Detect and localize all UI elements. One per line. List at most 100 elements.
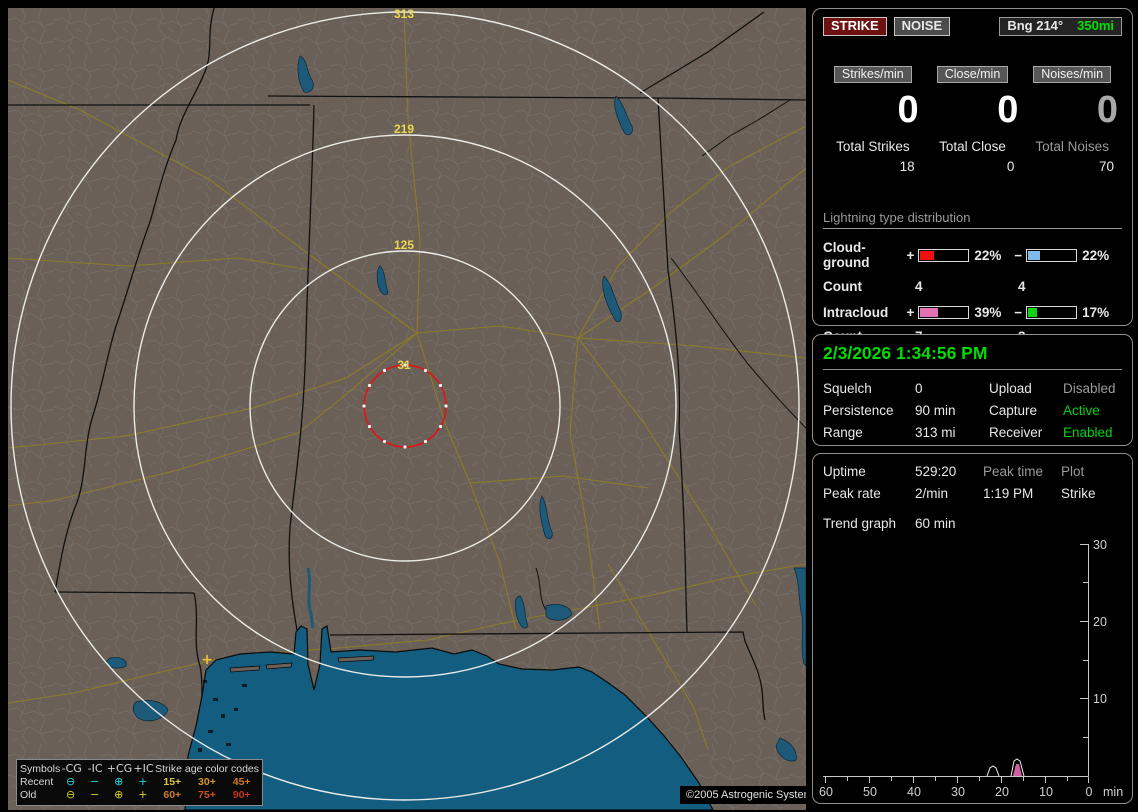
intracloud-label: Intracloud: [823, 305, 889, 320]
status-panel: 2/3/2026 1:34:56 PM Squelch 0 Upload Dis…: [812, 334, 1133, 446]
legend-age-header: Strike age color codes: [155, 762, 260, 775]
strikes-per-min-value: 0: [897, 89, 919, 131]
squelch-value: 0: [915, 381, 923, 396]
cloud-ground-label: Cloud-ground: [823, 240, 870, 270]
legend-row-old: Old ⊖ − ⊕ + 60+ 75+ 90+: [20, 788, 259, 801]
legend-header-pos-cg: +CG: [106, 762, 133, 775]
ring-label-219: 219: [394, 122, 414, 136]
cg-positive-bar: [918, 248, 970, 262]
age-60: 60+: [163, 788, 182, 801]
y-tick-20: 20: [1093, 615, 1107, 629]
datetime-display: 2/3/2026 1:34:56 PM: [823, 341, 1122, 370]
total-close-label: Total Close: [939, 139, 1006, 154]
range-label: Range: [823, 425, 863, 440]
strike-stats-panel: STRIKE NOISE Bng 214° 350mi Strikes/min …: [812, 8, 1133, 344]
age-15: 15+: [163, 775, 182, 788]
uptime-value: 529:20: [915, 464, 957, 479]
cg-negative-pct: 22%: [1082, 247, 1110, 263]
plot-header: Plot: [1061, 464, 1085, 479]
noises-per-min-counter: Noises/min 0 Total Noises 70: [1022, 66, 1122, 174]
x-tick-50: 50: [863, 785, 877, 799]
uptime-label: Uptime: [823, 464, 866, 479]
persistence-label: Persistence: [823, 403, 894, 418]
strike-symbol: +: [201, 652, 213, 668]
noises-per-min-value: 0: [1096, 89, 1119, 131]
neg-ic-recent-icon: −: [90, 775, 100, 788]
close-per-min-label: Close/min: [936, 66, 1009, 83]
strike-button[interactable]: STRIKE: [823, 17, 887, 36]
peak-time-header: Peak time: [983, 464, 1044, 479]
legend-row-recent: Recent ⊖ − ⊕ + 15+ 30+ 45+: [20, 775, 259, 788]
noise-button[interactable]: NOISE: [893, 17, 951, 36]
squelch-label: Squelch: [823, 381, 872, 396]
legend-recent-label: Recent: [20, 775, 54, 788]
ring-label-125: 125: [394, 238, 414, 252]
x-tick-10: 10: [1039, 785, 1053, 799]
neg-ic-old-icon: −: [90, 788, 100, 801]
trend-graph: 30 20 10 60 50 40 30 20 10 0 min: [819, 538, 1123, 799]
peak-rate-value: 2/min: [915, 486, 949, 501]
total-noises-value: 70: [1098, 159, 1115, 174]
strikes-per-min-counter: Strikes/min 0 Total Strikes 18: [823, 66, 923, 174]
peak-rate-label: Peak rate: [823, 486, 881, 501]
close-per-min-value: 0: [997, 89, 1019, 131]
neg-cg-recent-icon: ⊖: [65, 775, 76, 788]
close-per-min-counter: Close/min 0 Total Close 0: [923, 66, 1023, 174]
cg-negative-count: 4: [1018, 279, 1026, 294]
ring-label-31: 31: [397, 358, 411, 372]
intracloud-row: Intracloud + 39% − 17%: [823, 305, 1122, 320]
ic-negative-pct: 17%: [1082, 305, 1110, 320]
legend-old-label: Old: [20, 788, 37, 801]
capture-value: Active: [1063, 403, 1100, 418]
persistence-value: 90 min: [915, 403, 956, 418]
noises-per-min-label: Noises/min: [1033, 66, 1112, 83]
x-tick-40: 40: [907, 785, 921, 799]
x-tick-30: 30: [951, 785, 965, 799]
y-tick-10: 10: [1093, 692, 1107, 706]
legend-header-pos-ic: +IC: [133, 762, 154, 775]
pos-cg-recent-icon: ⊕: [114, 775, 124, 788]
cg-negative-bar: [1026, 248, 1078, 262]
copyright-label: ©2005 Astrogenic Systems: [680, 786, 806, 804]
count-label: Count: [823, 279, 862, 294]
ic-positive-bar: [918, 306, 970, 319]
trend-graph-label: Trend graph: [823, 516, 897, 531]
minus-sign: −: [1014, 305, 1023, 320]
age-90: 90+: [232, 788, 251, 801]
x-tick-60: 60: [819, 785, 833, 799]
cloud-ground-row: Cloud-ground + 22% − 22%: [823, 240, 1122, 270]
neg-cg-old-icon: ⊖: [65, 788, 76, 801]
bearing-value: Bng 214°: [1007, 18, 1064, 33]
plus-sign: +: [906, 305, 915, 320]
ring-label-313: 313: [394, 8, 414, 21]
total-close-value: 0: [1006, 159, 1015, 174]
strikes-per-min-label: Strikes/min: [833, 66, 912, 83]
pos-cg-old-icon: ⊕: [114, 788, 124, 801]
distribution-header: Lightning type distribution: [823, 210, 1122, 229]
upload-label: Upload: [989, 381, 1032, 396]
minus-sign: −: [1014, 247, 1023, 263]
map-canvas: 313 219 125 31 +: [8, 8, 806, 810]
bearing-range: 350mi: [1077, 18, 1114, 33]
trend-graph-value: 60 min: [915, 516, 956, 531]
pos-ic-old-icon: +: [138, 788, 148, 801]
total-strikes-label: Total Strikes: [836, 139, 910, 154]
capture-label: Capture: [989, 403, 1038, 418]
age-75: 75+: [198, 788, 216, 801]
age-30: 30+: [198, 775, 216, 788]
x-tick-0: 0: [1086, 785, 1093, 799]
y-tick-30: 30: [1093, 538, 1107, 552]
age-45: 45+: [232, 775, 251, 788]
legend-header-neg-cg: -CG: [61, 762, 82, 775]
x-tick-20: 20: [995, 785, 1009, 799]
total-noises-label: Total Noises: [1035, 139, 1109, 154]
plot-value: Strike: [1061, 486, 1096, 501]
lightning-distribution: Lightning type distribution Cloud-ground…: [823, 210, 1122, 344]
strikestar-app: { "map": { "ring_labels": ["313", "219",…: [0, 0, 1138, 812]
symbol-legend: Symbols -CG -IC +CG +IC Strike age color…: [16, 759, 263, 806]
ic-positive-pct: 39%: [974, 305, 1002, 320]
receiver-value: Enabled: [1063, 425, 1113, 440]
trend-peak-2-fill: [1013, 764, 1022, 776]
trend-peak-1: [986, 765, 1000, 777]
pos-ic-recent-icon: +: [138, 775, 148, 788]
